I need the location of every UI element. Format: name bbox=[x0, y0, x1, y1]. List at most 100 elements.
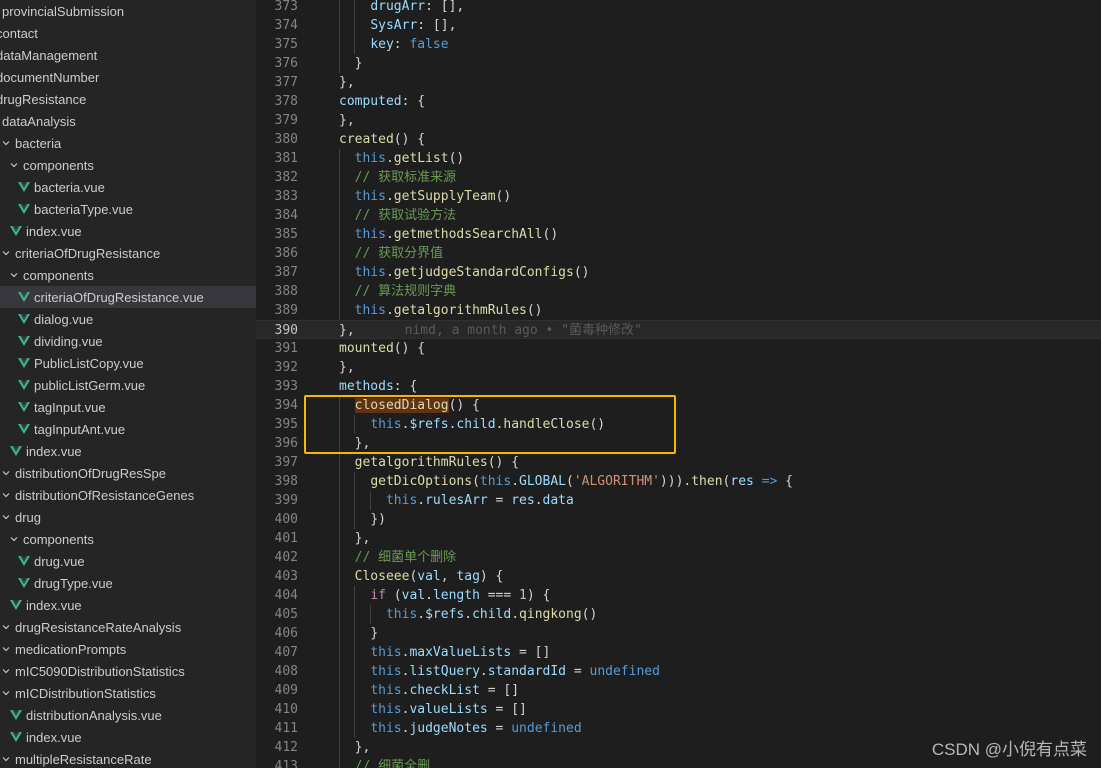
code-line[interactable]: 386 // 获取分界值 bbox=[256, 244, 1101, 263]
vue-file-icon bbox=[18, 555, 30, 567]
explorer-file-item[interactable]: tagInput.vue bbox=[0, 396, 256, 418]
chevron-down-icon[interactable] bbox=[2, 469, 10, 477]
code-line[interactable]: 398 getDicOptions(this.GLOBAL('ALGORITHM'… bbox=[256, 472, 1101, 491]
chevron-down-icon[interactable] bbox=[10, 535, 18, 543]
code-line[interactable]: 406} bbox=[256, 624, 1101, 643]
code-line[interactable]: 388 // 算法规则字典 bbox=[256, 282, 1101, 301]
chevron-down-icon[interactable] bbox=[10, 271, 18, 279]
explorer-folder-item[interactable]: provincialSubmission bbox=[0, 0, 256, 22]
code-line[interactable]: 400}) bbox=[256, 510, 1101, 529]
code-line[interactable]: 408 this.listQuery.standardId = undefined bbox=[256, 662, 1101, 681]
chevron-down-icon[interactable] bbox=[2, 139, 10, 147]
code-line[interactable]: 395 this.$refs.child.handleClose() bbox=[256, 415, 1101, 434]
explorer-folder-item[interactable]: criteriaOfDrugResistance bbox=[0, 242, 256, 264]
explorer-file-item[interactable]: index.vue bbox=[0, 220, 256, 242]
chevron-down-icon[interactable] bbox=[2, 623, 10, 631]
code-line[interactable]: 402 // 细菌单个删除 bbox=[256, 548, 1101, 567]
code-line[interactable]: 405 this.$refs.child.qingkong() bbox=[256, 605, 1101, 624]
indent-guide bbox=[369, 605, 371, 624]
explorer-folder-item[interactable]: components bbox=[0, 264, 256, 286]
chevron-down-icon[interactable] bbox=[2, 689, 10, 697]
explorer-folder-item[interactable]: distributionOfResistanceGenes bbox=[0, 484, 256, 506]
chevron-down-icon[interactable] bbox=[2, 645, 10, 653]
code-line[interactable]: 380 created() { bbox=[256, 130, 1101, 149]
chevron-down-icon[interactable] bbox=[2, 667, 10, 675]
code-line[interactable]: 383 this.getSupplyTeam() bbox=[256, 187, 1101, 206]
code-line[interactable]: 379}, bbox=[256, 111, 1101, 130]
code-line[interactable]: 377}, bbox=[256, 73, 1101, 92]
code-line[interactable]: 409 this.checkList = [] bbox=[256, 681, 1101, 700]
code-line[interactable]: 392}, bbox=[256, 358, 1101, 377]
indent-guide bbox=[338, 529, 340, 548]
code-line[interactable]: 393 methods: { bbox=[256, 377, 1101, 396]
code-line[interactable]: 410 this.valueLists = [] bbox=[256, 700, 1101, 719]
explorer-folder-item[interactable]: drugResistanceRateAnalysis bbox=[0, 616, 256, 638]
explorer-folder-item[interactable]: mIC5090DistributionStatistics bbox=[0, 660, 256, 682]
chevron-down-icon[interactable] bbox=[2, 755, 10, 763]
explorer-file-item[interactable]: PublicListCopy.vue bbox=[0, 352, 256, 374]
code-token: this bbox=[370, 664, 402, 679]
explorer-folder-item[interactable]: dataManagement bbox=[0, 44, 256, 66]
explorer-file-item[interactable]: publicListGerm.vue bbox=[0, 374, 256, 396]
code-line[interactable]: 394 closedDialog() { bbox=[256, 396, 1101, 415]
explorer-file-item[interactable]: drug.vue bbox=[0, 550, 256, 572]
explorer-item-label: drugResistanceRateAnalysis bbox=[15, 619, 182, 635]
explorer-folder-item[interactable]: distributionOfDrugResSpe bbox=[0, 462, 256, 484]
explorer-item-label: contact bbox=[0, 25, 38, 41]
explorer-folder-item[interactable]: dataAnalysis bbox=[0, 110, 256, 132]
explorer-folder-item[interactable]: drugResistance bbox=[0, 88, 256, 110]
code-line[interactable]: 390}, nimd, a month ago • "菌毒种修改" bbox=[256, 320, 1101, 339]
explorer-file-item[interactable]: distributionAnalysis.vue bbox=[0, 704, 256, 726]
code-line[interactable]: 399 this.rulesArr = res.data bbox=[256, 491, 1101, 510]
code-line[interactable]: 376} bbox=[256, 54, 1101, 73]
explorer-item-label: mIC5090DistributionStatistics bbox=[15, 663, 185, 679]
code-token: getList bbox=[393, 151, 449, 166]
line-code: }, bbox=[339, 111, 355, 130]
code-editor[interactable]: 373 drugArr: [], 374 SysArr: [], 375 key: fal… bbox=[256, 0, 1101, 768]
chevron-down-icon[interactable] bbox=[2, 249, 10, 257]
explorer-file-item[interactable]: dialog.vue bbox=[0, 308, 256, 330]
explorer-file-item[interactable]: index.vue bbox=[0, 440, 256, 462]
code-line[interactable]: 389 this.getalgorithmRules() bbox=[256, 301, 1101, 320]
code-line[interactable]: 401}, bbox=[256, 529, 1101, 548]
line-code: // 细菌全删 bbox=[355, 757, 430, 768]
explorer-file-item[interactable]: criteriaOfDrugResistance.vue bbox=[0, 286, 256, 308]
explorer-folder-item[interactable]: drug bbox=[0, 506, 256, 528]
explorer-folder-item[interactable]: components bbox=[0, 528, 256, 550]
explorer-file-item[interactable]: tagInputAnt.vue bbox=[0, 418, 256, 440]
explorer-file-item[interactable]: bacteriaType.vue bbox=[0, 198, 256, 220]
explorer-folder-item[interactable]: contact bbox=[0, 22, 256, 44]
explorer-file-item[interactable]: drugType.vue bbox=[0, 572, 256, 594]
code-line[interactable]: 397 getalgorithmRules() { bbox=[256, 453, 1101, 472]
explorer-folder-item[interactable]: bacteria bbox=[0, 132, 256, 154]
code-line[interactable]: 378 computed: { bbox=[256, 92, 1101, 111]
chevron-down-icon[interactable] bbox=[10, 161, 18, 169]
code-line[interactable]: 374 SysArr: [], bbox=[256, 16, 1101, 35]
explorer-folder-item[interactable]: components bbox=[0, 154, 256, 176]
code-line[interactable]: 384 // 获取试验方法 bbox=[256, 206, 1101, 225]
chevron-down-icon[interactable] bbox=[2, 513, 10, 521]
code-line[interactable]: 381 this.getList() bbox=[256, 149, 1101, 168]
code-line[interactable]: 375 key: false bbox=[256, 35, 1101, 54]
code-line[interactable]: 396}, bbox=[256, 434, 1101, 453]
explorer-file-item[interactable]: index.vue bbox=[0, 594, 256, 616]
code-line[interactable]: 382 // 获取标准来源 bbox=[256, 168, 1101, 187]
code-line[interactable]: 404 if (val.length === 1) { bbox=[256, 586, 1101, 605]
explorer-file-item[interactable]: index.vue bbox=[0, 726, 256, 748]
explorer-file-item[interactable]: bacteria.vue bbox=[0, 176, 256, 198]
explorer-folder-item[interactable]: mICDistributionStatistics bbox=[0, 682, 256, 704]
code-line[interactable]: 387 this.getjudgeStandardConfigs() bbox=[256, 263, 1101, 282]
chevron-down-icon[interactable] bbox=[2, 491, 10, 499]
code-line[interactable]: 403 Closeee(val, tag) { bbox=[256, 567, 1101, 586]
explorer-folder-item[interactable]: multipleResistanceRate bbox=[0, 748, 256, 768]
explorer-folder-item[interactable]: medicationPrompts bbox=[0, 638, 256, 660]
explorer-item-label: dividing.vue bbox=[34, 333, 103, 349]
code-line[interactable]: 385 this.getmethodsSearchAll() bbox=[256, 225, 1101, 244]
code-line[interactable]: 391 mounted() { bbox=[256, 339, 1101, 358]
code-line[interactable]: 407 this.maxValueLists = [] bbox=[256, 643, 1101, 662]
explorer-file-item[interactable]: dividing.vue bbox=[0, 330, 256, 352]
code-line[interactable]: 373 drugArr: [], bbox=[256, 0, 1101, 16]
code-token: res bbox=[730, 474, 754, 489]
code-token: ) { bbox=[526, 588, 551, 603]
explorer-folder-item[interactable]: documentNumber bbox=[0, 66, 256, 88]
